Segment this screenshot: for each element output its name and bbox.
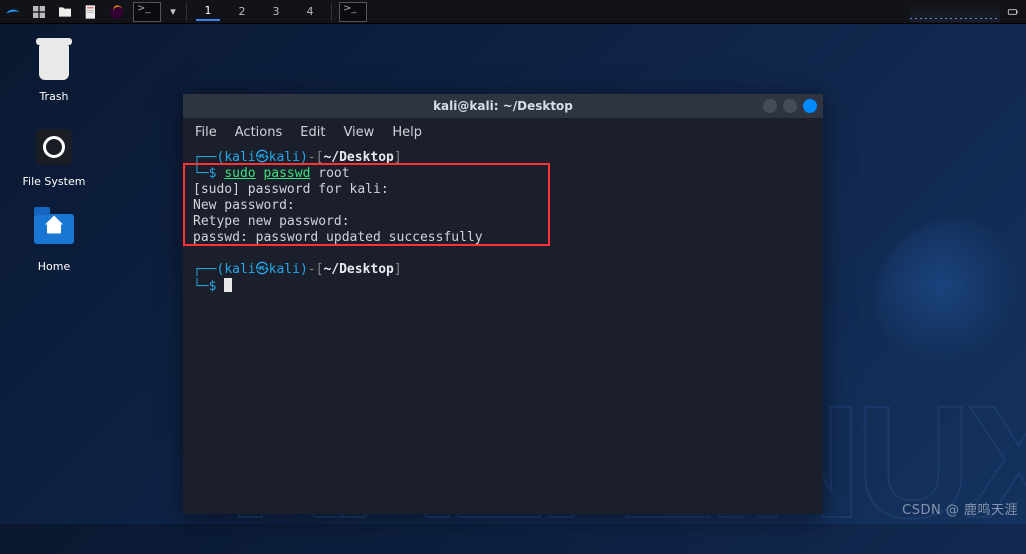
terminal-window: kali@kali: ~/Desktop File Actions Edit V… xyxy=(183,94,823,514)
battery-icon[interactable] xyxy=(1006,5,1020,19)
taskbar-separator xyxy=(331,3,332,21)
maximize-button[interactable] xyxy=(783,99,797,113)
taskbar: >_ ▾ 1 2 3 4 >_ xyxy=(0,0,1026,24)
trash-icon xyxy=(33,44,75,86)
workspace-2[interactable]: 2 xyxy=(230,3,254,21)
text-editor-icon[interactable] xyxy=(80,1,102,23)
home-folder-icon xyxy=(33,214,75,256)
system-monitor-graph[interactable] xyxy=(910,2,1000,22)
background-swirl xyxy=(876,220,1026,380)
menu-view[interactable]: View xyxy=(343,125,374,140)
desktop-icons: Trash File System Home xyxy=(14,44,104,299)
running-terminal-icon[interactable]: >_ xyxy=(339,2,367,22)
menu-actions[interactable]: Actions xyxy=(235,125,283,140)
terminal-cursor xyxy=(224,278,232,292)
workspace-3[interactable]: 3 xyxy=(264,3,288,21)
filesystem-icon xyxy=(33,129,75,171)
minimize-button[interactable] xyxy=(763,99,777,113)
files-icon[interactable] xyxy=(54,1,76,23)
desktop-icon-label: Trash xyxy=(14,90,94,103)
close-button[interactable] xyxy=(803,99,817,113)
menu-file[interactable]: File xyxy=(195,125,217,140)
activities-icon[interactable] xyxy=(28,1,50,23)
terminal-body[interactable]: ┌──(kali㉿kali)-[~/Desktop] └─$ sudo pass… xyxy=(183,146,823,514)
menu-help[interactable]: Help xyxy=(392,125,422,140)
desktop-icon-trash[interactable]: Trash xyxy=(14,44,94,103)
workspace-1[interactable]: 1 xyxy=(196,3,220,21)
annotation-highlight-box xyxy=(183,163,550,246)
prompt-path: ~/Desktop xyxy=(323,262,393,277)
watermark: CSDN @ 鹿鸣天涯 xyxy=(902,499,1018,518)
taskbar-separator xyxy=(186,3,187,21)
menu-edit[interactable]: Edit xyxy=(300,125,325,140)
prompt-dollar: $ xyxy=(209,279,217,294)
desktop-icon-label: Home xyxy=(14,260,94,273)
terminal-title: kali@kali: ~/Desktop xyxy=(183,99,823,113)
kali-menu-icon[interactable] xyxy=(2,1,24,23)
terminal-menubar: File Actions Edit View Help xyxy=(183,118,823,146)
terminal-dropdown-icon[interactable]: ▾ xyxy=(166,1,180,23)
desktop-icon-home[interactable]: Home xyxy=(14,214,94,273)
terminal-launcher-icon[interactable]: >_ xyxy=(133,2,161,22)
terminal-titlebar[interactable]: kali@kali: ~/Desktop xyxy=(183,94,823,118)
desktop-icon-filesystem[interactable]: File System xyxy=(14,129,94,188)
prompt-host: kali xyxy=(269,262,300,277)
firefox-icon[interactable] xyxy=(106,1,128,23)
desktop-icon-label: File System xyxy=(14,175,94,188)
prompt-user: kali xyxy=(224,262,255,277)
workspace-4[interactable]: 4 xyxy=(298,3,322,21)
prompt-sep: ㉿ xyxy=(256,262,269,277)
